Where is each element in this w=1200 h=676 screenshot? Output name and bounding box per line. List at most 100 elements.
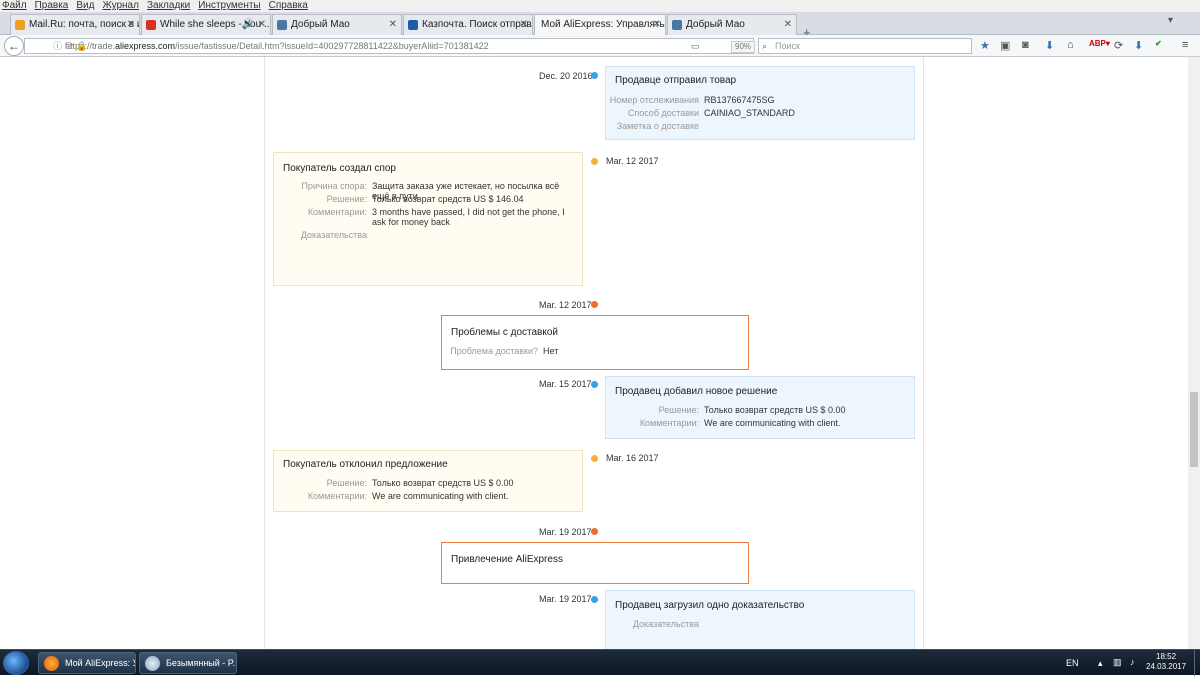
- download-icon[interactable]: ⬇: [1045, 39, 1054, 52]
- pocket-icon[interactable]: ◙: [1022, 39, 1029, 51]
- event-seller-evidence: Продавец загрузил одно доказательство До…: [605, 590, 915, 649]
- tab-label: While she sleeps - You ...: [160, 19, 271, 30]
- event-date: Mar. 12 2017: [606, 156, 659, 166]
- menu-history[interactable]: Журнал: [102, 0, 139, 12]
- search-placeholder: Поиск: [775, 41, 800, 51]
- paint-icon: [145, 656, 160, 671]
- tab-list-icon[interactable]: ▾: [1168, 15, 1173, 26]
- label-shipping-method: Способ доставки: [627, 108, 699, 118]
- label-comments: Комментарии:: [639, 418, 699, 428]
- page-scrollbar[interactable]: [1188, 57, 1200, 649]
- system-dot-icon: [591, 528, 598, 535]
- menu-file[interactable]: Файл: [2, 0, 27, 12]
- label-delivery-problem: Проблема доставки?: [450, 346, 538, 356]
- vk-favicon-icon: [672, 20, 682, 30]
- menu-tools[interactable]: Инструменты: [198, 0, 260, 12]
- value-resolution: Только возврат средств US $ 0.00: [372, 478, 514, 488]
- label-dispute-reason: Причина спора:: [301, 181, 367, 191]
- seller-dot-icon: [591, 596, 598, 603]
- close-icon[interactable]: ✕: [258, 15, 266, 35]
- event-date: Dec. 20 2016: [539, 71, 593, 81]
- close-icon[interactable]: ✕: [520, 15, 528, 35]
- event-buyer-dispute: Покупатель создал спор Причина спора: За…: [273, 152, 583, 286]
- label-resolution: Решение:: [658, 405, 699, 415]
- event-title: Продавце отправил товар: [615, 75, 737, 86]
- tab-vk-2[interactable]: Добрый Мао ✕: [667, 14, 797, 35]
- taskbar-firefox[interactable]: Мой AliExpress: У...: [38, 652, 136, 674]
- value-comments: We are communicating with client.: [704, 418, 841, 428]
- system-dot-icon: [591, 301, 598, 308]
- tab-label: Mail.Ru: почта, поиск в ин...: [29, 19, 139, 30]
- close-icon[interactable]: ✕: [389, 15, 397, 35]
- taskbar-label: Мой AliExpress: У...: [65, 658, 135, 668]
- value-tracking: RB137667475SG: [704, 95, 775, 105]
- menu-edit[interactable]: Правка: [35, 0, 69, 12]
- language-indicator[interactable]: EN: [1066, 658, 1079, 668]
- value-resolution: Только возврат средств US $ 0.00: [704, 405, 846, 415]
- show-desktop-button[interactable]: [1194, 650, 1200, 676]
- menu-help[interactable]: Справка: [269, 0, 308, 12]
- extension-icon[interactable]: ✔: [1155, 39, 1162, 48]
- label-comments: Комментарии:: [307, 207, 367, 217]
- speaker-icon[interactable]: 🔊: [242, 15, 254, 35]
- download-helper-icon[interactable]: ⬇: [1134, 39, 1143, 52]
- event-date: Mar. 19 2017: [539, 527, 592, 537]
- tab-vk-1[interactable]: Добрый Мао ✕: [272, 14, 402, 35]
- event-title: Проблемы с доставкой: [451, 327, 558, 338]
- tab-label: Добрый Мао: [291, 19, 350, 30]
- scrollbar-thumb[interactable]: [1190, 392, 1198, 467]
- youtube-favicon-icon: [146, 20, 156, 30]
- taskbar-paint[interactable]: Безымянный - P...: [139, 652, 237, 674]
- clipboard-icon[interactable]: ▣: [1000, 39, 1010, 52]
- search-input[interactable]: ⌕ Поиск: [758, 38, 972, 54]
- event-title: Продавец добавил новое решение: [615, 386, 778, 397]
- event-date: Mar. 15 2017: [539, 379, 592, 389]
- tab-label: Мой AliExpress: Управлять зак...: [541, 19, 665, 30]
- home-icon[interactable]: ⌂: [1067, 39, 1074, 51]
- tray-arrow-icon[interactable]: ▴: [1098, 658, 1103, 669]
- nav-bar: ← ⓘ ⊘ 🔒 https://trade.aliexpress.com/iss…: [0, 35, 1200, 57]
- tab-label: Казпочта. Поиск отправл...: [422, 19, 532, 30]
- hamburger-menu-icon[interactable]: ≡: [1182, 39, 1188, 51]
- event-date: Mar. 19 2017: [539, 594, 592, 604]
- sync-icon[interactable]: ⟳: [1114, 39, 1123, 52]
- tab-aliexpress[interactable]: Мой AliExpress: Управлять зак... ✕: [534, 14, 666, 35]
- menu-view[interactable]: Вид: [76, 0, 94, 12]
- value-resolution: Только возврат средств US $ 146.04: [372, 194, 524, 204]
- taskbar: Мой AliExpress: У... Безымянный - P... E…: [0, 649, 1200, 676]
- label-comments: Комментарии:: [307, 491, 367, 501]
- close-icon[interactable]: ✕: [653, 15, 661, 35]
- network-icon[interactable]: ▥: [1113, 657, 1122, 668]
- tab-youtube[interactable]: While she sleeps - You ... 🔊 ✕: [141, 14, 271, 35]
- volume-icon[interactable]: ♪: [1130, 657, 1135, 667]
- bookmark-star-icon[interactable]: ★: [980, 39, 990, 52]
- back-button[interactable]: ←: [4, 36, 24, 56]
- url-domain: aliexpress.com: [115, 41, 176, 51]
- seller-dot-icon: [591, 381, 598, 388]
- label-resolution: Решение:: [326, 194, 367, 204]
- tab-kazpost[interactable]: Казпочта. Поиск отправл... ✕: [403, 14, 533, 35]
- close-icon[interactable]: ✕: [784, 15, 792, 35]
- menu-bookmarks[interactable]: Закладки: [147, 0, 190, 12]
- start-button[interactable]: [3, 651, 29, 675]
- page-content: Dec. 20 2016 Продавце отправил товар Ном…: [0, 57, 1188, 649]
- event-title: Продавец загрузил одно доказательство: [615, 600, 805, 611]
- label-tracking: Номер отслеживания: [609, 95, 699, 105]
- adblock-icon[interactable]: ABP▾: [1089, 39, 1110, 48]
- site-info-icon[interactable]: ⓘ ⊘ 🔒: [53, 39, 87, 53]
- label-evidence: Доказательства: [632, 619, 699, 629]
- event-delivery-problem: Проблемы с доставкой Проблема доставки? …: [441, 315, 749, 370]
- address-bar[interactable]: ⓘ ⊘ 🔒 https://trade.aliexpress.com/issue…: [24, 38, 771, 54]
- event-seller-solution: Продавец добавил новое решение Решение: …: [605, 376, 915, 439]
- tab-mailru[interactable]: Mail.Ru: почта, поиск в ин... ✕: [10, 14, 140, 35]
- event-seller-shipped: Продавце отправил товар Номер отслеживан…: [605, 66, 915, 140]
- clock-time: 18:52: [1156, 652, 1177, 661]
- event-date: Mar. 16 2017: [606, 453, 659, 463]
- value-comments: 3 months have passed, I did not get the …: [372, 207, 565, 227]
- search-icon: ⌕: [762, 41, 768, 51]
- close-icon[interactable]: ✕: [127, 15, 135, 35]
- system-clock[interactable]: 18:52 24.03.2017: [1146, 652, 1186, 672]
- reader-view-icon[interactable]: ▭: [691, 39, 700, 53]
- zoom-indicator[interactable]: 90%: [731, 41, 756, 53]
- event-title: Покупатель создал спор: [283, 163, 396, 174]
